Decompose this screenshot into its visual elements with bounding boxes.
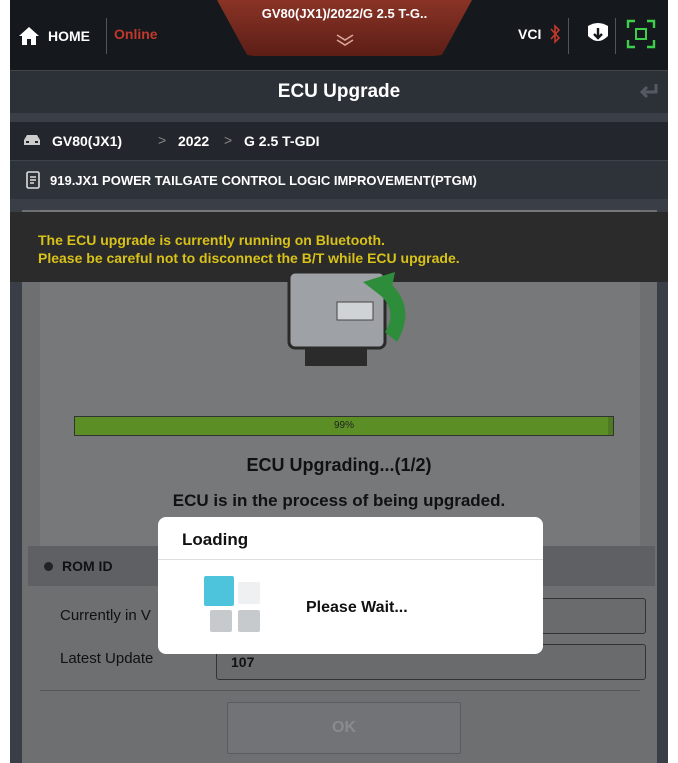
app-frame: HOME Online GV80(JX1)/2022/G 2.5 T-G.. V…	[10, 0, 668, 763]
home-button[interactable]: HOME	[18, 24, 108, 48]
ok-button[interactable]: OK	[227, 702, 461, 754]
upgrade-status-desc: ECU is in the process of being upgraded.	[172, 491, 506, 510]
breadcrumb-engine[interactable]: G 2.5 T-GDI	[244, 133, 319, 149]
document-icon	[26, 171, 40, 189]
divider	[568, 18, 569, 54]
warning-line-1: The ECU upgrade is currently running on …	[38, 232, 385, 248]
download-icon[interactable]	[583, 18, 613, 48]
dialog-title: Loading	[182, 530, 249, 549]
divider	[40, 690, 640, 691]
progress-percent: 99%	[333, 420, 354, 431]
upgrade-item-row: 919.JX1 POWER TAILGATE CONTROL LOGIC IMP…	[10, 160, 668, 199]
title-bar: ECU Upgrade	[10, 70, 668, 113]
upgrade-progress-bar: 99%	[74, 416, 614, 436]
latest-update-label: Latest Update	[60, 650, 154, 667]
home-icon	[19, 27, 39, 45]
latest-update-value: 107	[231, 654, 255, 670]
divider	[158, 559, 543, 560]
breadcrumb-year[interactable]: 2022	[178, 133, 209, 149]
divider	[615, 18, 616, 54]
loading-dialog: Loading Please Wait...	[158, 517, 543, 654]
home-label: HOME	[48, 28, 90, 44]
loading-spinner-icon	[204, 576, 264, 636]
rom-id-label: ROM ID	[62, 558, 113, 574]
divider	[106, 18, 107, 54]
dialog-message: Please Wait...	[306, 599, 408, 616]
upgrade-status-title: ECU Upgrading...(1/2)	[246, 455, 432, 475]
top-bar: HOME Online GV80(JX1)/2022/G 2.5 T-G.. V…	[10, 0, 668, 70]
page-title: ECU Upgrade	[277, 81, 401, 102]
breadcrumb-separator: >	[224, 132, 233, 148]
back-icon[interactable]	[637, 81, 659, 101]
bullet-icon	[44, 562, 53, 571]
bluetooth-icon	[550, 24, 561, 44]
scan-icon[interactable]	[625, 18, 657, 50]
chevron-down-icon	[336, 34, 354, 46]
online-status: Online	[114, 26, 158, 42]
vci-label: VCI	[518, 26, 542, 42]
breadcrumb-model[interactable]: GV80(JX1)	[52, 133, 122, 149]
car-icon	[24, 135, 40, 145]
vehicle-label: GV80(JX1)/2022/G 2.5 T-G..	[261, 6, 428, 21]
breadcrumb: GV80(JX1) > 2022 > G 2.5 T-GDI	[10, 122, 668, 160]
current-version-label: Currently in V	[60, 607, 151, 624]
breadcrumb-separator: >	[158, 132, 167, 148]
upgrade-item-title: 919.JX1 POWER TAILGATE CONTROL LOGIC IMP…	[50, 173, 477, 188]
ecu-module-icon	[287, 270, 406, 366]
vehicle-selector[interactable]: GV80(JX1)/2022/G 2.5 T-G..	[217, 0, 472, 56]
